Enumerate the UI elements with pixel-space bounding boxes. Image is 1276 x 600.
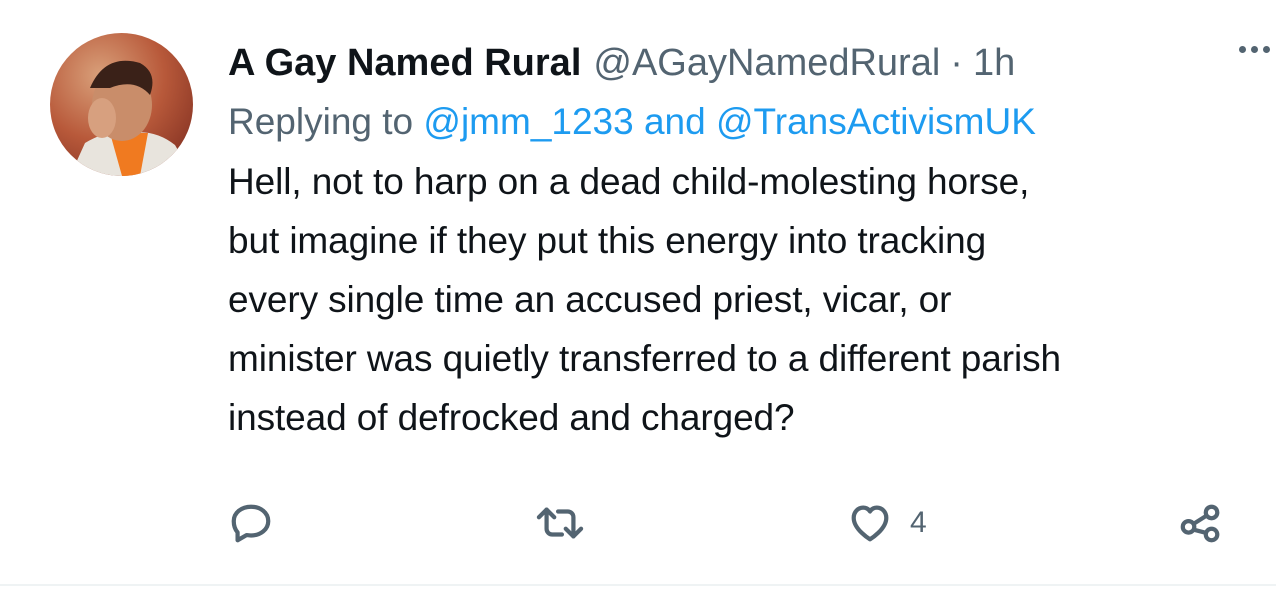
reply-icon <box>228 500 274 546</box>
retweet-button[interactable] <box>533 498 587 548</box>
dot <box>1263 46 1270 53</box>
tweet-content: A Gay Named Rural @AGayNamedRural · 1h R… <box>228 36 1238 447</box>
reply-button[interactable] <box>228 498 274 548</box>
retweet-icon <box>533 500 587 546</box>
dot <box>1251 46 1258 53</box>
share-icon <box>1178 500 1224 546</box>
dot <box>1239 46 1246 53</box>
mention-link[interactable]: @TransActivismUK <box>716 101 1036 142</box>
mention-link[interactable]: @jmm_1233 <box>423 101 633 142</box>
replying-to-conjunction[interactable]: and <box>644 101 706 142</box>
tweet-header: A Gay Named Rural @AGayNamedRural · 1h <box>228 36 1238 90</box>
like-count: 4 <box>910 506 927 539</box>
tweet-actions: 4 <box>228 498 1228 548</box>
replying-to-label: Replying to <box>228 101 414 142</box>
tweet-timestamp[interactable]: 1h <box>973 36 1015 90</box>
like-button[interactable]: 4 <box>846 498 927 548</box>
heart-icon <box>846 500 894 546</box>
separator-dot: · <box>950 42 963 84</box>
author-display-name[interactable]: A Gay Named Rural <box>228 36 581 90</box>
tweet-text: Hell, not to harp on a dead child-molest… <box>228 161 1061 438</box>
author-handle[interactable]: @AGayNamedRural <box>593 36 940 90</box>
divider <box>0 584 1276 586</box>
avatar[interactable] <box>50 33 193 176</box>
replying-to: Replying to @jmm_1233 and @TransActivism… <box>228 96 1238 148</box>
tweet[interactable]: A Gay Named Rural @AGayNamedRural · 1h R… <box>0 0 1276 600</box>
share-button[interactable] <box>1178 498 1224 548</box>
more-dots-icon[interactable] <box>1239 46 1270 53</box>
